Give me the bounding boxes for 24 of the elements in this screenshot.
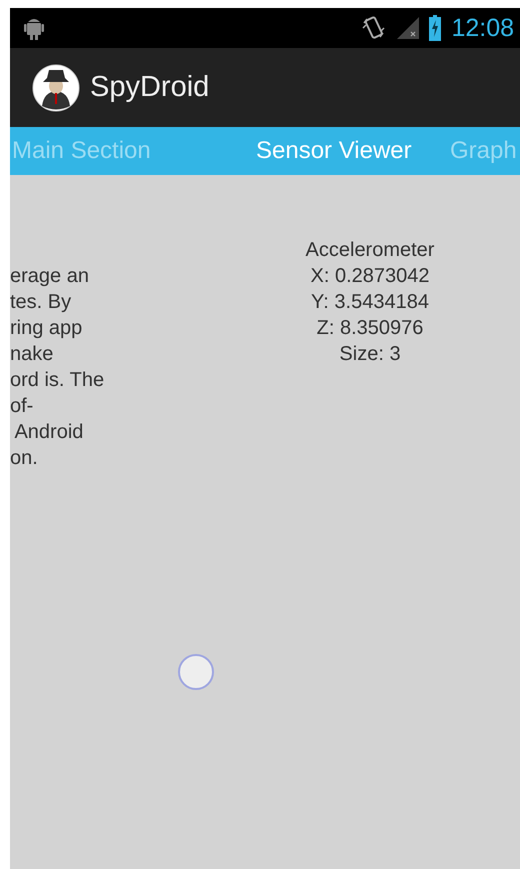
avatar-icon bbox=[32, 64, 80, 112]
tab[interactable]: Sensor Viewer bbox=[256, 137, 450, 165]
touch-indicator bbox=[178, 654, 214, 690]
vibrate-icon bbox=[361, 15, 388, 41]
text-line: ring app bbox=[10, 316, 84, 341]
sensor-reading: Y: 3.5434184 bbox=[310, 290, 430, 315]
tab[interactable]: Main Section bbox=[12, 137, 256, 165]
android-robot-icon bbox=[24, 16, 44, 40]
app-title: SpyDroid bbox=[90, 71, 210, 104]
text-line: nake bbox=[10, 342, 54, 367]
tab[interactable]: Graph bbox=[450, 137, 517, 165]
text-line: erage an bbox=[10, 264, 90, 289]
battery-charging-icon bbox=[429, 15, 442, 41]
text-line: ord is. The bbox=[10, 368, 106, 393]
text-line: Android bbox=[13, 420, 84, 445]
text-line: tes. By bbox=[10, 290, 72, 315]
sensor-reading: Accelerometer bbox=[304, 238, 436, 263]
sensor-reading: X: 0.2873042 bbox=[310, 264, 430, 289]
text-line: of- bbox=[10, 394, 34, 419]
sensor-reading: Z: 8.350976 bbox=[316, 316, 424, 341]
text-line: on. bbox=[10, 446, 39, 471]
clock-time: 12:08 bbox=[451, 14, 514, 42]
no-signal-icon bbox=[397, 17, 420, 39]
sensor-reading: Size: 3 bbox=[338, 342, 402, 367]
